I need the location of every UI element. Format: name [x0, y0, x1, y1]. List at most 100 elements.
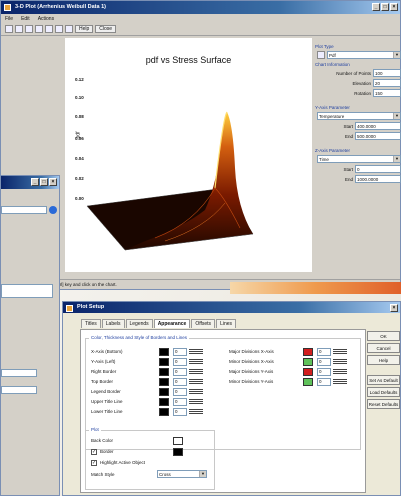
minimize-icon[interactable]: _ — [372, 3, 380, 11]
thickness-spinner[interactable]: 0 — [317, 358, 331, 366]
back-color-swatch[interactable] — [173, 437, 183, 445]
elevation-input[interactable]: 20 — [373, 79, 401, 87]
thickness-spinner[interactable]: 0 — [173, 388, 187, 396]
window-title: 3-D Plot (Arrhenius Weibull Data 1) — [15, 4, 106, 10]
num-points-input[interactable]: 100 — [373, 69, 401, 77]
line-style-picker[interactable] — [333, 368, 347, 376]
thickness-spinner[interactable]: 0 — [173, 358, 187, 366]
color-swatch[interactable] — [159, 358, 169, 366]
line-style-picker[interactable] — [189, 398, 203, 406]
info-icon[interactable] — [49, 206, 57, 214]
line-style-picker[interactable] — [189, 408, 203, 416]
border-color-swatch[interactable] — [173, 448, 183, 456]
reset-defaults-button[interactable]: Reset Defaults — [367, 399, 400, 409]
y-axis-left-label: Y-Axis (Left) — [91, 359, 116, 364]
plot-options-panel: Plot Type Pdf ▼ Chart Information Number … — [315, 41, 401, 183]
back-color-label: Back Color — [91, 438, 114, 443]
chart-setup-icon[interactable] — [35, 25, 43, 33]
color-swatch[interactable] — [159, 408, 169, 416]
z-start-input[interactable]: 0 — [355, 165, 401, 173]
border-checkbox[interactable]: ✓ — [91, 449, 97, 455]
thickness-spinner[interactable]: 0 — [173, 368, 187, 376]
z-axis-param-select[interactable]: Time ▼ — [317, 155, 401, 163]
background-input[interactable] — [1, 284, 53, 298]
background-select[interactable] — [1, 206, 47, 214]
line-style-picker[interactable] — [189, 388, 203, 396]
text-icon[interactable] — [45, 25, 53, 33]
line-style-picker[interactable] — [333, 378, 347, 386]
print-icon[interactable] — [15, 25, 23, 33]
close-icon[interactable]: × — [390, 3, 398, 11]
rotation-input[interactable]: 150 — [373, 89, 401, 97]
thickness-spinner[interactable]: 0 — [317, 378, 331, 386]
thickness-spinner[interactable]: 0 — [173, 348, 187, 356]
color-swatch[interactable] — [159, 388, 169, 396]
close-button[interactable]: Close — [95, 25, 117, 33]
save-icon[interactable] — [5, 25, 13, 33]
thickness-spinner[interactable]: 0 — [317, 368, 331, 376]
settings-icon[interactable] — [65, 25, 73, 33]
close-icon[interactable]: × — [390, 304, 398, 312]
tab-lines[interactable]: Lines — [216, 319, 237, 328]
line-style-picker[interactable] — [333, 358, 347, 366]
maximize-icon[interactable]: □ — [381, 3, 389, 11]
minimize-icon[interactable]: _ — [31, 178, 39, 186]
tab-offsets[interactable]: Offsets — [191, 319, 216, 328]
background-input[interactable] — [1, 369, 37, 377]
set-as-default-button[interactable]: Set As Default — [367, 375, 400, 385]
zoom-icon[interactable] — [55, 25, 63, 33]
color-swatch[interactable] — [303, 348, 313, 356]
help-button[interactable]: Help — [75, 25, 94, 33]
thickness-spinner[interactable]: 0 — [173, 408, 187, 416]
thickness-spinner[interactable]: 0 — [173, 378, 187, 386]
match-style-select[interactable]: Cross ▼ — [157, 470, 207, 478]
y-end-input[interactable]: 500.0000 — [355, 132, 401, 140]
tab-titles[interactable]: Titles — [81, 319, 101, 328]
ok-button[interactable]: OK — [367, 331, 400, 341]
cancel-button[interactable]: Cancel — [367, 343, 400, 353]
minor-div-y-label: Minor Divisions Y-Axis — [229, 379, 274, 384]
tab-legends[interactable]: Legends — [125, 319, 153, 328]
color-swatch[interactable] — [159, 378, 169, 386]
major-div-y-label: Major Divisions Y-Axis — [229, 369, 274, 374]
load-defaults-button[interactable]: Load Defaults — [367, 387, 400, 397]
y-start-input[interactable]: 400.0000 — [355, 122, 401, 130]
menu-edit[interactable]: Edit — [21, 16, 30, 23]
tab-labels[interactable]: Labels — [101, 319, 125, 328]
dialog-title: Plot Setup — [77, 304, 105, 310]
major-div-x-label: Major Divisions X-Axis — [229, 349, 274, 354]
close-icon[interactable]: × — [49, 178, 57, 186]
thickness-spinner[interactable]: 0 — [317, 348, 331, 356]
line-style-picker[interactable] — [189, 378, 203, 386]
menu-file[interactable]: File — [5, 16, 13, 23]
y-axis-param-label: Y-Axis Parameter — [315, 105, 350, 110]
background-input[interactable] — [1, 386, 37, 394]
chevron-down-icon: ▼ — [199, 471, 206, 477]
color-swatch[interactable] — [303, 378, 313, 386]
line-style-picker[interactable] — [333, 348, 347, 356]
color-swatch[interactable] — [159, 398, 169, 406]
plot-type-label: Plot Type — [315, 44, 334, 49]
thickness-spinner[interactable]: 0 — [173, 398, 187, 406]
plot-setup-titlebar: Plot Setup × — [63, 302, 400, 313]
minor-div-x-label: Minor Divisions X-Axis — [229, 359, 274, 364]
color-swatch[interactable] — [159, 368, 169, 376]
z-end-input[interactable]: 1000.0000 — [355, 175, 401, 183]
color-swatch[interactable] — [159, 348, 169, 356]
highlight-checkbox[interactable]: ✓ — [91, 460, 97, 466]
legend-border-label: Legend Border — [91, 389, 121, 394]
copy-icon[interactable] — [25, 25, 33, 33]
y-axis-param-select[interactable]: Temperature ▼ — [317, 112, 401, 120]
chart-area[interactable]: pdf vs Stress Surface 0.12 0.10 0.08 0.0… — [65, 38, 312, 272]
tab-appearance[interactable]: Appearance — [153, 319, 191, 328]
color-swatch[interactable] — [303, 358, 313, 366]
line-style-picker[interactable] — [189, 358, 203, 366]
plot-setup-dialog: Plot Setup × Titles Labels Legends Appea… — [62, 301, 401, 496]
menu-actions[interactable]: Actions — [38, 16, 54, 23]
plot-type-select[interactable]: Pdf ▼ — [327, 51, 401, 59]
help-button[interactable]: Help — [367, 355, 400, 365]
maximize-icon[interactable]: □ — [40, 178, 48, 186]
line-style-picker[interactable] — [189, 348, 203, 356]
line-style-picker[interactable] — [189, 368, 203, 376]
color-swatch[interactable] — [303, 368, 313, 376]
